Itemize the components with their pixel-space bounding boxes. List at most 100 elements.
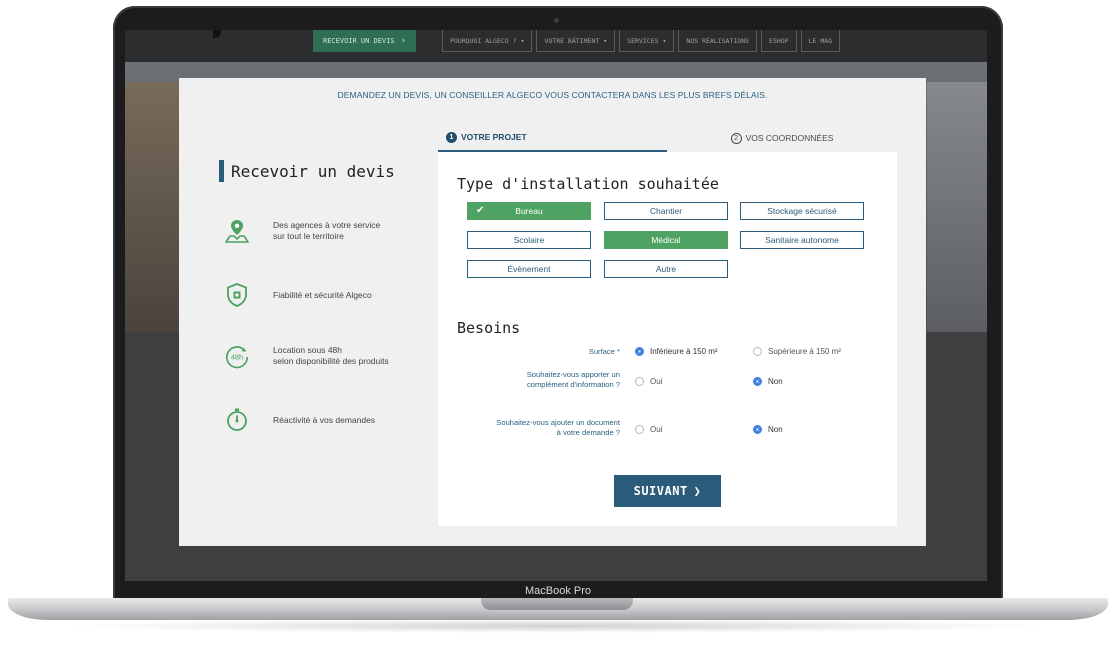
step-votre-projet[interactable]: 1 VOTRE PROJET [438, 124, 667, 152]
nav-item-pourquoi[interactable]: POURQUOI ALGECO ? ▾ [442, 30, 533, 52]
option-label: Autre [655, 264, 677, 274]
quote-modal: DEMANDEZ UN DEVIS, UN CONSEILLER ALGECO … [179, 78, 926, 546]
nav-item-label: ESHOP [769, 36, 789, 45]
nav-item-label: SERVICES [627, 36, 659, 45]
nav-cta-label: RECEVOIR UN DEVIS [323, 37, 395, 45]
radio-label: Non [768, 425, 783, 434]
nav-item-label: POURQUOI ALGECO ? [450, 36, 517, 45]
title-accent-bar [219, 160, 224, 182]
radio-dot [753, 425, 762, 434]
caret-down-icon: ▾ [662, 36, 667, 45]
question-complement-label: Souhaitez-vous apporter un complément d'… [438, 370, 620, 390]
step-label: VOS COORDONNÉES [745, 133, 834, 143]
step-label: VOTRE PROJET [461, 132, 527, 142]
question-line: Souhaitez-vous ajouter un document [496, 418, 620, 427]
nav-menu: POURQUOI ALGECO ? ▾ VOTRE BÂTIMENT ▾ SERVI… [442, 30, 844, 52]
radio-dot [753, 377, 762, 386]
radio-dot [753, 347, 762, 356]
feature-text: Réactivité à vos demandes [273, 415, 375, 426]
hero-photo-right [927, 82, 987, 332]
question-document-label: Souhaitez-vous ajouter un document à vot… [438, 418, 620, 438]
question-line: Souhaitez-vous apporter un [526, 370, 620, 379]
feature-line: Des agences à votre service [273, 220, 381, 230]
option-label: Scolaire [513, 235, 545, 245]
caret-down-icon: ▾ [520, 36, 525, 45]
option-bureau[interactable]: ✔ Bureau [467, 202, 591, 220]
shield-icon [224, 282, 250, 308]
question-line: complément d'information ? [526, 380, 620, 389]
radio-label: Supérieure à 150 m² [768, 347, 841, 356]
option-medical[interactable]: Médical [604, 231, 728, 249]
step-number: 1 [446, 131, 457, 143]
logo-mark [213, 30, 221, 38]
nav-item-eshop[interactable]: ESHOP [761, 30, 797, 52]
nav-item-mag[interactable]: LE MAG [800, 30, 841, 52]
nav-cta-button[interactable]: RECEVOIR UN DEVIS › [313, 30, 417, 52]
hero-photo-left [125, 82, 179, 332]
laptop-shadow [60, 619, 1056, 633]
question-surface-label: Surface * [438, 347, 620, 357]
next-button-label: SUIVANT [633, 484, 688, 498]
chevron-right-icon: › [400, 36, 407, 46]
option-label: Chantier [649, 206, 683, 216]
device-label: MacBook Pro [524, 585, 592, 597]
radio-complement-non[interactable]: Non [753, 377, 783, 386]
installation-title: Type d'installation souhaitée [457, 175, 719, 193]
feature-line: sur tout le territoire [273, 231, 344, 241]
radio-surface-superieure[interactable]: Supérieure à 150 m² [753, 347, 841, 356]
nav-item-label: NOS RÉALISATIONS [686, 36, 750, 45]
feature-line: Location sous 48h [273, 345, 342, 355]
clock-48h-icon: 48h [224, 343, 250, 369]
option-scolaire[interactable]: Scolaire [467, 231, 591, 249]
besoins-title: Besoins [457, 319, 521, 337]
radio-label: Oui [650, 425, 663, 434]
nav-item-label: LE MAG [808, 36, 833, 45]
feature-text: Location sous 48h selon disponibilité de… [273, 345, 389, 367]
question-line: Surface * [588, 347, 620, 356]
feature-fiabilite: Fiabilité et sécurité Algeco [224, 282, 372, 308]
caret-down-icon: ▾ [603, 36, 608, 45]
site-nav: RECEVOIR UN DEVIS › POURQUOI ALGECO ? ▾ V… [125, 30, 987, 62]
clock-48h-label: 48h [231, 352, 243, 361]
radio-surface-inferieure[interactable]: Inférieure à 150 m² [635, 347, 718, 356]
radio-dot [635, 347, 644, 356]
option-label: Stockage sécurisé [767, 206, 837, 216]
radio-dot [635, 377, 644, 386]
feature-line: Réactivité à vos demandes [273, 414, 376, 425]
feature-text: Fiabilité et sécurité Algeco [273, 290, 372, 301]
radio-complement-oui[interactable]: Oui [635, 377, 662, 386]
question-line: à votre demande ? [556, 428, 620, 437]
next-button[interactable]: SUIVANT ❯ [614, 475, 721, 507]
check-icon: ✔ [476, 205, 485, 216]
screen: RECEVOIR UN DEVIS › POURQUOI ALGECO ? ▾ V… [125, 30, 987, 581]
option-autre[interactable]: Autre [604, 260, 728, 278]
option-stockage[interactable]: Stockage sécurisé [740, 202, 864, 220]
option-evenement[interactable]: Évènement [467, 260, 591, 278]
option-sanitaire[interactable]: Sanitaire autonome [740, 231, 864, 249]
feature-location-48h: 48h Location sous 48h selon disponibilit… [224, 343, 389, 369]
chevron-right-icon: ❯ [693, 484, 702, 498]
nav-item-label: VOTRE BÂTIMENT [544, 36, 600, 45]
radio-dot [635, 425, 644, 434]
nav-item-services[interactable]: SERVICES ▾ [619, 30, 675, 52]
option-label: Sanitaire autonome [765, 235, 839, 245]
feature-reactivite: Réactivité à vos demandes [224, 407, 375, 433]
option-chantier[interactable]: Chantier [604, 202, 728, 220]
radio-label: Inférieure à 150 m² [650, 347, 718, 356]
feature-text: Des agences à votre service sur tout le … [273, 220, 380, 242]
feature-line: selon disponibilité des produits [273, 356, 389, 366]
nav-item-batiment[interactable]: VOTRE BÂTIMENT ▾ [536, 30, 616, 52]
step-vos-coordonnees[interactable]: 2 VOS COORDONNÉES [667, 124, 897, 152]
radio-document-oui[interactable]: Oui [635, 425, 662, 434]
form-panel: Type d'installation souhaitée ✔ Bureau C… [438, 152, 897, 526]
stopwatch-icon [224, 407, 250, 433]
option-label: Bureau [515, 206, 543, 216]
radio-label: Non [768, 377, 783, 386]
option-label: Médical [651, 235, 681, 245]
laptop-notch [481, 598, 633, 610]
nav-item-realisations[interactable]: NOS RÉALISATIONS [678, 30, 758, 52]
radio-document-non[interactable]: Non [753, 425, 783, 434]
feature-agences: Des agences à votre service sur tout le … [224, 218, 380, 244]
map-pin-people-icon [224, 218, 250, 244]
step-number: 2 [730, 132, 742, 144]
